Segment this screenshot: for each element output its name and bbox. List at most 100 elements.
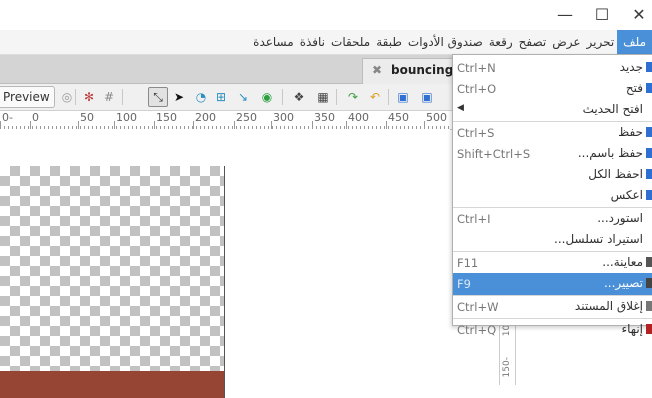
menu-item-1[interactable]: تحرير <box>584 30 618 54</box>
tab-bouncing[interactable]: ✖ bouncing <box>362 58 464 84</box>
file-menu-item-7[interactable]: Ctrl+I استورد... <box>453 208 652 230</box>
canvas-area[interactable] <box>0 129 450 398</box>
file-menu-item-5[interactable]: احفظ الكل <box>453 164 652 186</box>
menu-item-3[interactable]: تصفح <box>516 30 550 54</box>
ruler-label: 100 <box>116 111 137 124</box>
menu-shortcut: F9 <box>457 277 471 291</box>
minimize-icon[interactable]: — <box>553 4 577 26</box>
maximize-icon[interactable]: ☐ <box>590 4 614 26</box>
menu-bar: ملف تحرير عرض تصفح رقعة صندوق الأدوات طبقة ملحق… <box>0 30 652 55</box>
menu-shortcut: Shift+Ctrl+S <box>457 147 531 161</box>
save-as-toolbar-icon[interactable]: ▣ <box>418 88 436 106</box>
open-folder-icon <box>646 83 652 93</box>
file-menu-dropdown: Ctrl+N جديد Ctrl+O فتح ◀ افتح الحديث Ctrl+S حفظ… <box>452 54 652 337</box>
redo-icon[interactable]: ↶ <box>366 88 384 106</box>
smooth-move-tool-icon[interactable]: ➤ <box>170 88 188 106</box>
ruler-tick <box>193 121 194 129</box>
menu-label: معاينة... <box>602 255 643 269</box>
revert-icon <box>646 190 652 200</box>
menu-label: جديد <box>619 60 643 74</box>
menu-label: احفظ الكل <box>588 167 643 181</box>
ruler-label: 150 <box>156 111 177 124</box>
ruler-label: 350 <box>314 111 335 124</box>
toolbar-separator <box>388 89 389 105</box>
file-menu-item-1[interactable]: Ctrl+O فتح <box>453 78 652 100</box>
rectangle-tool-icon[interactable]: ⊞ <box>212 88 230 106</box>
menu-label: استورد... <box>597 211 643 225</box>
ruler-label: 500 <box>426 111 447 124</box>
transparent-canvas[interactable] <box>0 166 225 371</box>
clapperboard-icon[interactable]: ▦ <box>314 88 332 106</box>
menu-label: اعكس <box>610 188 643 202</box>
ruler-label: 200 <box>195 111 216 124</box>
menu-item-6[interactable]: طبقة <box>373 30 405 54</box>
grid-icon[interactable]: # <box>100 88 118 106</box>
close-doc-icon <box>646 301 652 311</box>
draw-mode-icon[interactable]: ✻ <box>80 88 98 106</box>
file-menu-item-9[interactable]: F11 معاينة... <box>453 252 652 274</box>
save-toolbar-icon[interactable]: ▣ <box>394 88 412 106</box>
menu-item-8[interactable]: نافذة <box>297 30 328 54</box>
menu-label: إغلاق المستند <box>574 299 643 313</box>
title-bar: — ☐ ✕ <box>0 0 652 30</box>
toolbar-separator <box>282 89 283 105</box>
bline-tool-icon[interactable]: ↘ <box>234 88 252 106</box>
onion-skin-icon[interactable]: ◎ <box>58 88 76 106</box>
file-menu-item-10[interactable]: F9 تصيير... <box>453 273 652 295</box>
ruler-label: 300 <box>273 111 294 124</box>
ruler-label: 0 <box>32 111 39 124</box>
file-menu-item-8[interactable]: استيراد تسلسل... <box>453 229 652 251</box>
file-menu-item-11[interactable]: Ctrl+W إغلاق المستند <box>453 296 652 318</box>
menu-shortcut: Ctrl+W <box>457 300 499 314</box>
vruler-label: 150- <box>502 357 512 378</box>
menu-shortcut: F11 <box>457 256 479 270</box>
menu-item-0[interactable]: ملف <box>617 30 652 54</box>
new-document-icon <box>646 62 652 72</box>
preview-button[interactable]: Preview <box>0 86 55 108</box>
ruler-tick <box>154 121 155 129</box>
menu-shortcut: Ctrl+O <box>457 82 497 96</box>
undo-icon[interactable]: ↷ <box>344 88 362 106</box>
ruler-label: 450 <box>388 111 409 124</box>
transform-tool-icon[interactable]: ⤡ <box>148 87 168 107</box>
menu-label: استيراد تسلسل... <box>554 232 643 246</box>
file-menu-item-2[interactable]: ◀ افتح الحديث <box>453 99 652 121</box>
quit-icon <box>646 324 652 334</box>
ruler-tick <box>0 121 1 129</box>
save-all-icon <box>646 169 652 179</box>
menu-item-5[interactable]: صندوق الأدوات <box>405 30 486 54</box>
ruler-tick <box>78 121 79 129</box>
menu-label: افتح الحديث <box>582 102 643 116</box>
save-icon <box>646 127 652 137</box>
file-menu-item-12[interactable]: Ctrl+Q إنهاء <box>453 319 652 341</box>
menu-item-2[interactable]: عرض <box>549 30 583 54</box>
menu-label: حفظ <box>618 125 643 139</box>
ruler-label: 250 <box>236 111 257 124</box>
menu-item-7[interactable]: ملحقات <box>328 30 373 54</box>
layers-icon[interactable]: ❖ <box>290 88 308 106</box>
tab-label: bouncing <box>391 63 454 77</box>
ruler-label: 0- <box>2 111 13 124</box>
menu-shortcut: Ctrl+I <box>457 212 491 226</box>
ruler-tick <box>386 121 387 129</box>
menu-label: تصيير... <box>603 276 643 290</box>
tab-close-icon[interactable]: ✖ <box>372 63 382 77</box>
ruler-tick <box>346 121 347 129</box>
menu-shortcut: Ctrl+Q <box>457 323 497 337</box>
menu-label: فتح <box>625 81 643 95</box>
file-menu-item-3[interactable]: Ctrl+S حفظ <box>453 122 652 144</box>
circle-tool-icon[interactable]: ◔ <box>192 88 210 106</box>
file-menu-item-4[interactable]: Shift+Ctrl+S حفظ باسم... <box>453 143 652 165</box>
ruler-label: 50 <box>80 111 94 124</box>
menu-item-9[interactable]: مساعدة <box>250 30 297 54</box>
menu-shortcut: Ctrl+N <box>457 61 496 75</box>
file-menu-item-0[interactable]: Ctrl+N جديد <box>453 57 652 79</box>
close-icon[interactable]: ✕ <box>627 4 651 26</box>
ruler-label: 400 <box>348 111 369 124</box>
toolbar-separator <box>75 89 76 105</box>
toolbar-separator <box>336 89 337 105</box>
file-menu-item-6[interactable]: اعكس <box>453 185 652 207</box>
menu-item-4[interactable]: رقعة <box>486 30 516 54</box>
ruler-tick <box>30 121 31 129</box>
fill-tool-icon[interactable]: ◉ <box>258 88 276 106</box>
